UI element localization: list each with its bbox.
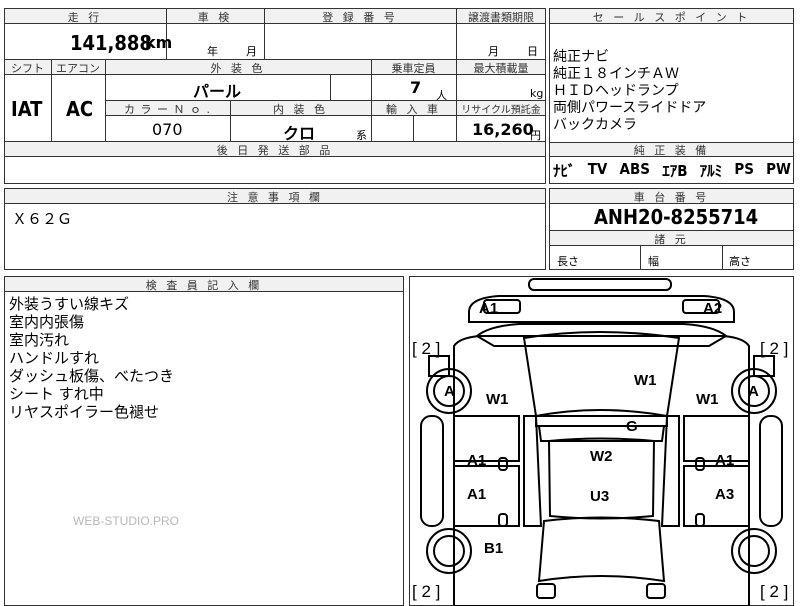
watermark: WEB-STUDIO.PRO: [73, 514, 180, 528]
recycle-unit: 円: [530, 129, 541, 142]
equipment-item: ｴｱB: [662, 162, 688, 180]
shaken-label: 車 検: [197, 11, 233, 24]
damage-w1-windshield: W1: [634, 372, 657, 389]
sales-point-item: 両側パワースライドドア: [553, 100, 707, 116]
shift-label: シフト: [11, 62, 44, 75]
damage-a-left-wheel: A: [444, 383, 455, 400]
damage-a1-left-door-rear: A1: [467, 486, 487, 503]
capacity-value: 7: [410, 78, 422, 97]
equipment-item: ｱﾙﾐ: [699, 162, 723, 180]
height-label: 高さ: [729, 255, 751, 268]
genuine-equipment-list: ﾅﾋﾞ TV ABS ｴｱB ｱﾙﾐ PS PW: [553, 160, 791, 181]
car-outline-diagram: [420, 278, 783, 606]
transfer-month: 月: [488, 45, 499, 58]
sales-point-item: 純正１８インチＡＷ: [553, 66, 679, 82]
max-load-unit: kg: [530, 87, 544, 100]
ac-label: エアコン: [56, 62, 100, 75]
dimensions-label: 諸 元: [654, 233, 689, 246]
mileage-value: 141,888: [70, 31, 152, 55]
sales-points-label: セ ー ル ス ポ イ ン ト: [592, 11, 751, 24]
caution-label: 注 意 事 項 欄: [227, 191, 323, 204]
inspector-label: 検 査 員 記 入 欄: [145, 279, 263, 292]
caution-text: Ｘ６２Ｇ: [12, 210, 73, 228]
inspector-note: ハンドルすれ: [9, 349, 100, 367]
damage-u3-rear: U3: [590, 488, 610, 505]
inspector-notes: 外装うすい線キズ 室内内張傷 室内汚れ ハンドルすれ ダッシュ板傷、べたつき シ…: [9, 295, 174, 421]
later-parts-label: 後 日 発 送 部 品: [216, 144, 334, 157]
exterior-color-value: パール: [193, 82, 242, 101]
transfer-day: 日: [527, 45, 538, 58]
inspector-note: 外装うすい線キズ: [9, 295, 130, 313]
mileage-unit: km: [145, 33, 173, 52]
shaken-month: 月: [246, 45, 257, 58]
sales-point-item: バックカメラ: [553, 117, 637, 133]
shift-value: IAT: [11, 97, 43, 121]
damage-a1-left-door-front: A1: [467, 452, 487, 469]
transfer-deadline-label: 譲渡書類期限: [468, 11, 534, 24]
genuine-equipment-label: 純 正 装 備: [633, 144, 710, 157]
inspector-note: 室内内張傷: [9, 313, 85, 331]
equipment-item: PS: [734, 160, 754, 178]
equipment-item: ﾅﾋﾞ: [553, 162, 576, 180]
sales-point-item: 純正ナビ: [553, 49, 609, 65]
color-no-value: 070: [152, 120, 183, 139]
sales-point-item: ＨＩＤヘッドランプ: [553, 83, 679, 99]
damage-w2-roof: W2: [590, 448, 613, 465]
width-label: 幅: [648, 255, 659, 268]
inspector-note: ダッシュ板傷、べたつき: [9, 367, 175, 385]
damage-w1-left: W1: [486, 391, 509, 408]
damage-w1-right: W1: [696, 391, 719, 408]
interior-color-suffix: 系: [356, 129, 367, 142]
inspector-note: リヤスポイラー色褪せ: [9, 403, 160, 421]
damage-a-right-wheel: A: [748, 383, 759, 400]
chassis-value: ANH20-8255714: [594, 205, 759, 229]
bracket-left-upper: [ 2 ]: [412, 339, 441, 358]
damage-a2-front-right: A2: [703, 300, 723, 317]
color-no-label: カ ラ ー Ｎ ｏ .: [124, 103, 211, 116]
equipment-item: ABS: [619, 160, 650, 178]
mileage-label: 走 行: [67, 11, 103, 24]
interior-color-label: 内 装 色: [273, 103, 328, 116]
bracket-right-upper: [ 2 ]: [760, 339, 789, 358]
interior-color-value: クロ: [283, 124, 316, 143]
damage-b1-left-rear: B1: [484, 540, 504, 557]
bracket-left-lower: [ 2 ]: [412, 582, 441, 601]
bracket-right-lower: [ 2 ]: [760, 582, 789, 601]
max-load-label: 最大積載量: [473, 62, 529, 75]
equipment-item: TV: [587, 160, 608, 178]
damage-a1-right-door-front: A1: [715, 452, 735, 469]
import-label: 輸 入 車: [386, 103, 441, 116]
chassis-label: 車 台 番 号: [633, 191, 710, 204]
inspector-note: 室内汚れ: [9, 331, 70, 349]
damage-g-roof: G: [626, 418, 638, 435]
recycle-label: リサイクル預託金: [461, 105, 541, 116]
recycle-value: 16,260: [472, 120, 534, 139]
exterior-color-label: 外 装 色: [210, 62, 266, 75]
capacity-label: 乗車定員: [391, 62, 436, 75]
equipment-item: PW: [766, 160, 791, 178]
shaken-year: 年: [207, 45, 218, 58]
registration-label: 登 録 番 号: [322, 11, 398, 24]
sales-points-list: 純正ナビ 純正１８インチＡＷ ＨＩＤヘッドランプ 両側パワースライドドア バック…: [553, 49, 706, 134]
length-label: 長さ: [557, 255, 579, 268]
damage-a1-front-left: A1: [479, 300, 499, 317]
inspector-note: シート すれ中: [9, 385, 104, 403]
damage-a3-right-door-rear: A3: [715, 486, 735, 503]
ac-value: AC: [66, 97, 94, 121]
